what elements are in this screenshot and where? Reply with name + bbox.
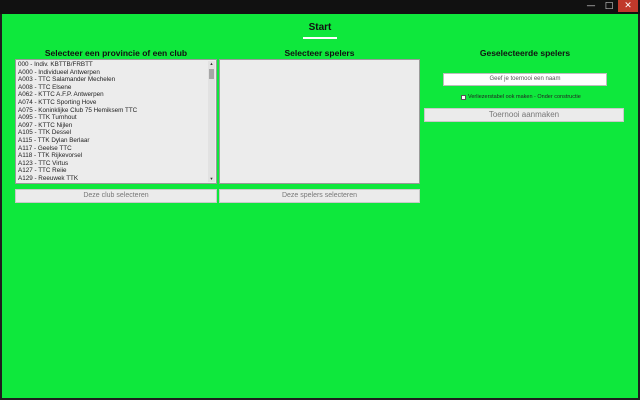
club-list-item[interactable]: A095 - TTK Turnhout bbox=[17, 114, 207, 122]
club-list-item[interactable]: A000 - Individueel Antwerpen bbox=[17, 69, 207, 77]
title-bar: — □ ✕ bbox=[0, 0, 640, 14]
club-list-item[interactable]: 000 - Indiv. KBTTB/FRBTT bbox=[17, 61, 207, 69]
club-list-item[interactable]: A115 - TTK Dylan Berlaar bbox=[17, 137, 207, 145]
loser-table-option[interactable]: Verliezerstabel ook maken - Onder constr… bbox=[461, 94, 581, 100]
club-list-item[interactable]: A105 - TTK Dessel bbox=[17, 129, 207, 137]
club-listbox[interactable]: 000 - Indiv. KBTTB/FRBTT A000 - Individue… bbox=[15, 59, 217, 184]
tournament-name-input[interactable]: Geef je toernooi een naam bbox=[443, 73, 607, 86]
minimize-icon[interactable]: — bbox=[582, 0, 600, 12]
club-list-scrollbar[interactable]: ▲ ▼ bbox=[208, 61, 215, 182]
players-listbox[interactable] bbox=[219, 59, 420, 184]
page-title: Start bbox=[308, 22, 332, 33]
title-underline bbox=[303, 37, 337, 39]
create-tournament-button[interactable]: Toernooi aanmaken bbox=[424, 108, 624, 122]
maximize-icon[interactable]: □ bbox=[600, 0, 618, 12]
club-list-item[interactable]: A118 - TTK Rijkevorsel bbox=[17, 152, 207, 160]
club-list-item[interactable]: A008 - TTC Elsene bbox=[17, 84, 207, 92]
club-list-item[interactable]: A075 - Koninklijke Club 75 Hemiksem TTC bbox=[17, 107, 207, 115]
loser-table-checkbox[interactable] bbox=[461, 94, 466, 100]
club-list: 000 - Indiv. KBTTB/FRBTT A000 - Individue… bbox=[17, 61, 207, 182]
scroll-down-icon[interactable]: ▼ bbox=[208, 176, 215, 182]
main-panel: Start Selecteer een provincie of een clu… bbox=[2, 14, 638, 398]
club-list-item[interactable]: A123 - TTC Virtus bbox=[17, 160, 207, 168]
club-list-item[interactable]: A097 - KTTC Nijlen bbox=[17, 122, 207, 130]
players-list bbox=[221, 61, 410, 182]
club-list-item[interactable]: A127 - TTC Reiie bbox=[17, 167, 207, 175]
club-list-item[interactable]: A074 - KTTC Sporting Hove bbox=[17, 99, 207, 107]
club-list-item[interactable]: A003 - TTC Salamander Mechelen bbox=[17, 76, 207, 84]
close-icon[interactable]: ✕ bbox=[618, 0, 638, 12]
club-column-title: Selecteer een provincie of een club bbox=[44, 48, 188, 58]
scroll-up-icon[interactable]: ▲ bbox=[208, 61, 215, 67]
select-players-button[interactable]: Deze spelers selecteren bbox=[219, 189, 420, 203]
club-list-item[interactable]: A062 - KTTC A.F.P. Antwerpen bbox=[17, 91, 207, 99]
club-list-item[interactable]: A117 - Geelse TTC bbox=[17, 145, 207, 153]
players-column-title: Selecteer spelers bbox=[284, 48, 355, 58]
scroll-thumb[interactable] bbox=[209, 69, 214, 79]
app-window: — □ ✕ Start Selecteer een provincie of e… bbox=[0, 0, 640, 400]
selected-column-title: Geselecteerde spelers bbox=[479, 48, 571, 58]
club-list-item[interactable]: A129 - Reeuwek TTK bbox=[17, 175, 207, 182]
select-club-button[interactable]: Deze club selecteren bbox=[15, 189, 217, 203]
loser-table-label: Verliezerstabel ook maken - Onder constr… bbox=[468, 94, 581, 100]
